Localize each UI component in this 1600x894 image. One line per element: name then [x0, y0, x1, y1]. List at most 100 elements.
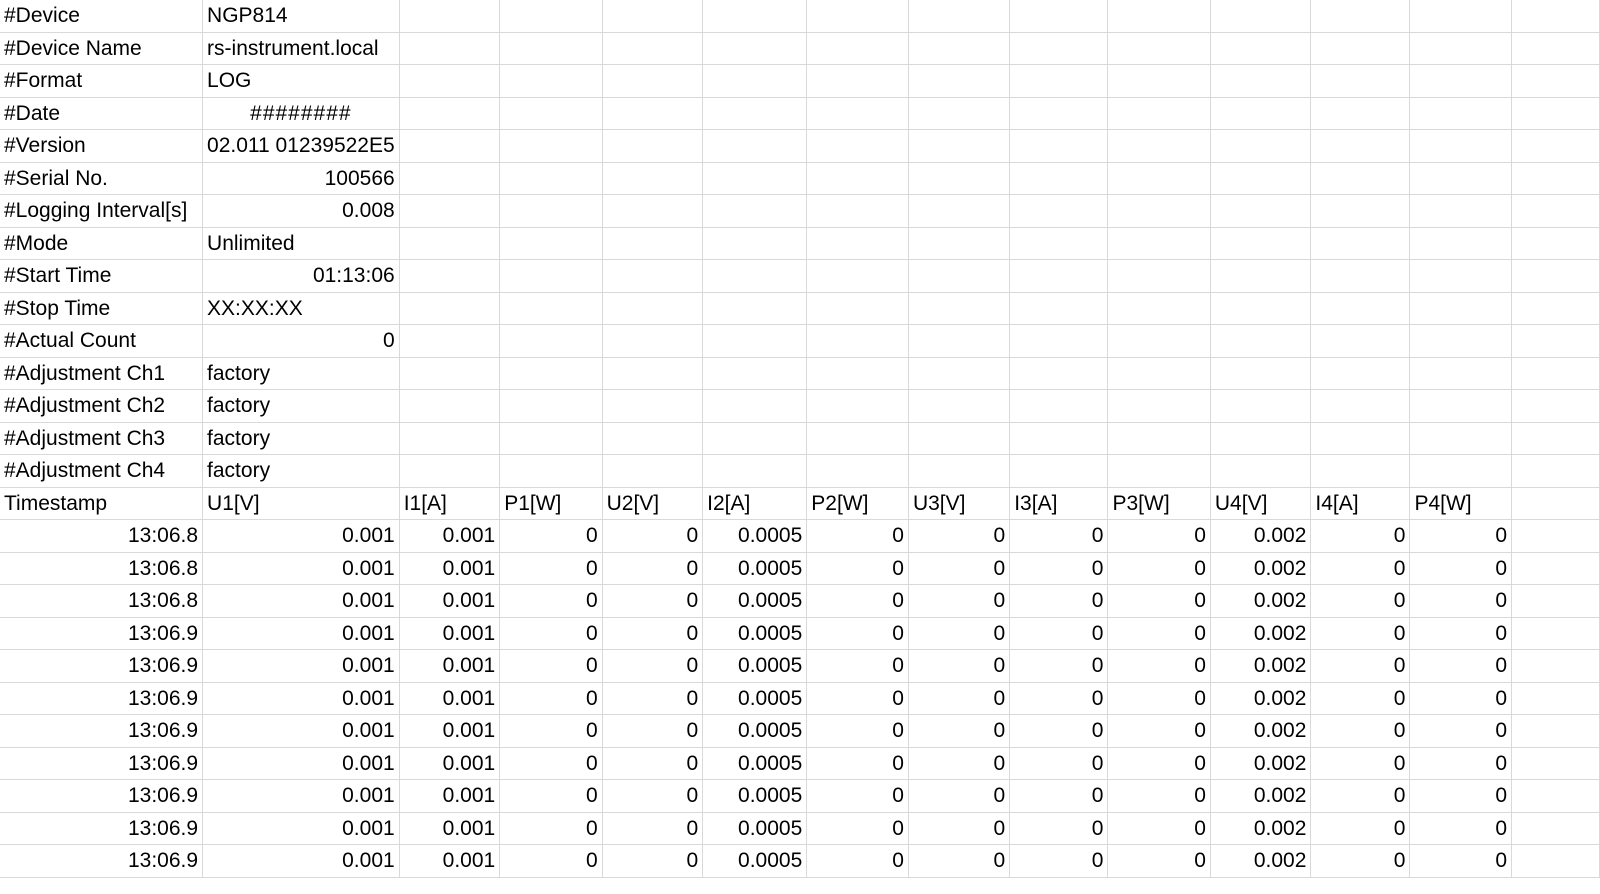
empty-cell[interactable]: [1310, 129, 1411, 163]
empty-cell[interactable]: [806, 389, 909, 423]
column-header-cell[interactable]: P2[W]: [806, 487, 909, 520]
metadata-label-cell[interactable]: #Device: [0, 0, 204, 33]
empty-cell[interactable]: [702, 64, 808, 98]
empty-cell[interactable]: [1210, 0, 1312, 33]
metadata-value-cell[interactable]: rs-instrument.local: [202, 32, 400, 65]
measurement-cell[interactable]: 0.001: [202, 714, 400, 748]
empty-cell[interactable]: [806, 324, 909, 358]
empty-cell[interactable]: [602, 389, 704, 423]
measurement-cell[interactable]: 0: [499, 682, 603, 715]
empty-cell[interactable]: [1511, 519, 1600, 553]
empty-cell[interactable]: [1409, 162, 1513, 195]
measurement-cell[interactable]: 0: [1409, 519, 1513, 553]
measurement-cell[interactable]: 0.001: [399, 714, 501, 748]
empty-cell[interactable]: [1409, 292, 1513, 325]
measurement-cell[interactable]: 0: [1009, 519, 1109, 553]
empty-cell[interactable]: [908, 129, 1011, 163]
measurement-cell[interactable]: 0.001: [399, 617, 501, 650]
measurement-cell[interactable]: 0: [499, 649, 603, 683]
measurement-cell[interactable]: 0: [1310, 649, 1411, 683]
empty-cell[interactable]: [499, 454, 603, 488]
timestamp-cell[interactable]: 13:06.9: [0, 714, 204, 748]
measurement-cell[interactable]: 0.001: [202, 617, 400, 650]
measurement-cell[interactable]: 0.001: [202, 844, 400, 878]
empty-cell[interactable]: [1511, 584, 1600, 618]
empty-cell[interactable]: [1409, 97, 1513, 130]
empty-cell[interactable]: [1310, 292, 1411, 325]
measurement-cell[interactable]: 0.002: [1210, 779, 1312, 813]
empty-cell[interactable]: [1511, 292, 1600, 325]
empty-cell[interactable]: [602, 162, 704, 195]
empty-cell[interactable]: [499, 162, 603, 195]
empty-cell[interactable]: [1409, 389, 1513, 423]
empty-cell[interactable]: [1310, 64, 1411, 98]
measurement-cell[interactable]: 0: [908, 747, 1011, 780]
empty-cell[interactable]: [806, 194, 909, 228]
empty-cell[interactable]: [1310, 454, 1411, 488]
measurement-cell[interactable]: 0: [908, 552, 1011, 585]
empty-cell[interactable]: [1310, 0, 1411, 33]
empty-cell[interactable]: [702, 194, 808, 228]
empty-cell[interactable]: [602, 324, 704, 358]
empty-cell[interactable]: [399, 324, 501, 358]
empty-cell[interactable]: [908, 259, 1011, 293]
measurement-cell[interactable]: 0: [1409, 812, 1513, 845]
empty-cell[interactable]: [1107, 162, 1211, 195]
empty-cell[interactable]: [1409, 324, 1513, 358]
empty-cell[interactable]: [806, 129, 909, 163]
measurement-cell[interactable]: 0: [1107, 519, 1211, 553]
empty-cell[interactable]: [399, 454, 501, 488]
column-header-cell[interactable]: U1[V]: [202, 487, 400, 520]
empty-cell[interactable]: [1310, 227, 1411, 260]
empty-cell[interactable]: [1511, 64, 1600, 98]
measurement-cell[interactable]: 0: [1310, 682, 1411, 715]
empty-cell[interactable]: [908, 292, 1011, 325]
measurement-cell[interactable]: 0: [499, 747, 603, 780]
empty-cell[interactable]: [1009, 422, 1109, 455]
measurement-cell[interactable]: 0: [1107, 714, 1211, 748]
empty-cell[interactable]: [908, 0, 1011, 33]
measurement-cell[interactable]: 0.001: [202, 812, 400, 845]
empty-cell[interactable]: [1511, 649, 1600, 683]
measurement-cell[interactable]: 0.002: [1210, 714, 1312, 748]
measurement-cell[interactable]: 0: [602, 649, 704, 683]
empty-cell[interactable]: [908, 454, 1011, 488]
measurement-cell[interactable]: 0.001: [202, 649, 400, 683]
empty-cell[interactable]: [806, 97, 909, 130]
measurement-cell[interactable]: 0.002: [1210, 617, 1312, 650]
measurement-cell[interactable]: 0: [499, 617, 603, 650]
measurement-cell[interactable]: 0: [1009, 552, 1109, 585]
timestamp-cell[interactable]: 13:06.9: [0, 682, 204, 715]
measurement-cell[interactable]: 0: [806, 812, 909, 845]
measurement-cell[interactable]: 0.001: [399, 747, 501, 780]
metadata-label-cell[interactable]: #Adjustment Ch1: [0, 357, 204, 390]
empty-cell[interactable]: [1009, 64, 1109, 98]
empty-cell[interactable]: [499, 389, 603, 423]
empty-cell[interactable]: [908, 227, 1011, 260]
measurement-cell[interactable]: 0: [1107, 649, 1211, 683]
measurement-cell[interactable]: 0.001: [399, 584, 501, 618]
empty-cell[interactable]: [908, 357, 1011, 390]
measurement-cell[interactable]: 0: [499, 519, 603, 553]
empty-cell[interactable]: [399, 227, 501, 260]
empty-cell[interactable]: [1009, 32, 1109, 65]
empty-cell[interactable]: [602, 357, 704, 390]
measurement-cell[interactable]: 0.001: [202, 519, 400, 553]
measurement-cell[interactable]: 0: [602, 812, 704, 845]
measurement-cell[interactable]: 0: [806, 779, 909, 813]
empty-cell[interactable]: [702, 32, 808, 65]
empty-cell[interactable]: [1107, 292, 1211, 325]
empty-cell[interactable]: [1009, 227, 1109, 260]
empty-cell[interactable]: [1511, 389, 1600, 423]
empty-cell[interactable]: [1210, 129, 1312, 163]
empty-cell[interactable]: [806, 292, 909, 325]
measurement-cell[interactable]: 0.002: [1210, 584, 1312, 618]
measurement-cell[interactable]: 0.002: [1210, 519, 1312, 553]
timestamp-cell[interactable]: 13:06.8: [0, 552, 204, 585]
empty-cell[interactable]: [1107, 194, 1211, 228]
empty-cell[interactable]: [702, 0, 808, 33]
measurement-cell[interactable]: 0.001: [399, 812, 501, 845]
empty-cell[interactable]: [1409, 194, 1513, 228]
empty-cell[interactable]: [1511, 812, 1600, 845]
measurement-cell[interactable]: 0: [1009, 682, 1109, 715]
